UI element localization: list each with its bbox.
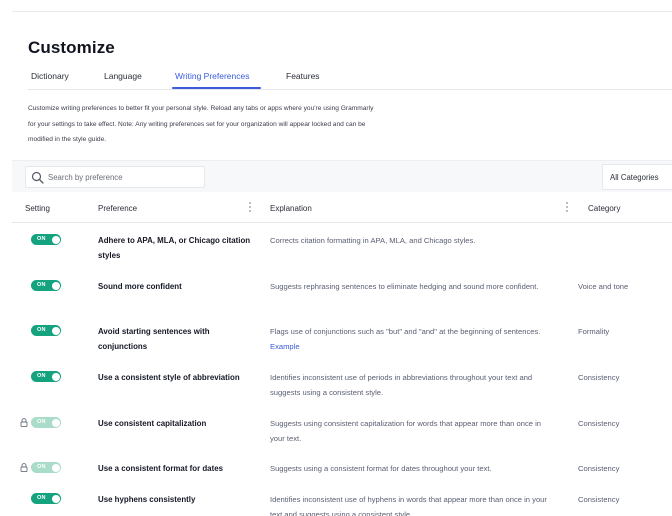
preference-name: Use consistent capitalization bbox=[98, 419, 207, 428]
description-line: modified in the style guide. bbox=[28, 136, 107, 144]
toggle-label: ON bbox=[37, 464, 46, 470]
toggle-knob bbox=[51, 372, 60, 381]
page-description: Customize writing preferences to better … bbox=[28, 101, 448, 148]
toggle-knob bbox=[51, 418, 60, 427]
preference-toggle[interactable]: ON bbox=[31, 325, 61, 336]
preference-explanation: Suggests using a consistent format for d… bbox=[270, 464, 492, 473]
column-resize-handle[interactable] bbox=[565, 202, 569, 214]
preference-explanation: Suggests rephrasing sentences to elimina… bbox=[270, 282, 539, 291]
preference-explanation: Flags use of conjunctions such as "but" … bbox=[270, 324, 550, 354]
preference-toggle[interactable]: ON bbox=[31, 280, 61, 291]
example-link[interactable]: Example bbox=[270, 342, 300, 351]
active-tab-indicator bbox=[172, 87, 261, 89]
page-title: Customize bbox=[28, 38, 115, 57]
toggle-label: ON bbox=[37, 495, 46, 501]
toggle-knob bbox=[51, 326, 60, 335]
preference-explanation: Suggests using consistent capitalization… bbox=[270, 419, 542, 443]
preference-explanation: Identifies inconsistent use of periods i… bbox=[270, 373, 533, 397]
preference-toggle[interactable]: ON bbox=[31, 417, 61, 428]
tab-language[interactable]: Language bbox=[104, 71, 142, 81]
preference-category: Formality bbox=[578, 327, 610, 336]
top-divider bbox=[12, 11, 672, 12]
toggle-knob bbox=[51, 235, 60, 244]
table-header: Setting Preference Explanation Category bbox=[12, 193, 672, 223]
preference-name: Sound more confident bbox=[98, 282, 182, 291]
tab-bar: Dictionary Language Writing Preferences … bbox=[28, 66, 672, 90]
preference-name: Use a consistent format for dates bbox=[98, 464, 223, 473]
toggle-knob bbox=[51, 494, 60, 503]
tab-writing-preferences[interactable]: Writing Preferences bbox=[175, 71, 249, 81]
search-icon bbox=[31, 171, 44, 184]
preference-toggle[interactable]: ON bbox=[31, 493, 61, 504]
preference-name: Adhere to APA, MLA, or Chicago citation … bbox=[98, 236, 251, 260]
preference-category: Consistency bbox=[578, 419, 620, 428]
toggle-knob bbox=[51, 463, 60, 472]
preference-toggle[interactable]: ON bbox=[31, 234, 61, 245]
preference-explanation: Corrects citation formatting in APA, MLA… bbox=[270, 236, 476, 245]
tab-dictionary[interactable]: Dictionary bbox=[31, 71, 69, 81]
preference-toggle[interactable]: ON bbox=[31, 371, 61, 382]
tab-features[interactable]: Features bbox=[286, 71, 320, 81]
preference-explanation: Identifies inconsistent use of hyphens i… bbox=[270, 495, 547, 516]
preference-category: Consistency bbox=[578, 464, 620, 473]
search-input[interactable] bbox=[48, 170, 198, 185]
toggle-label: ON bbox=[37, 327, 46, 333]
toggle-label: ON bbox=[37, 236, 46, 242]
preference-toggle[interactable]: ON bbox=[31, 462, 61, 473]
preference-name: Use a consistent style of abbreviation bbox=[98, 373, 240, 382]
preference-category: Voice and tone bbox=[578, 282, 629, 291]
description-line: for your settings to take effect. Note: … bbox=[28, 120, 366, 128]
preference-category: Consistency bbox=[578, 373, 620, 382]
category-filter-select[interactable]: All Categories bbox=[602, 164, 672, 190]
toggle-knob bbox=[51, 281, 60, 290]
column-header-preference[interactable]: Preference bbox=[98, 204, 137, 213]
column-header-setting[interactable]: Setting bbox=[25, 204, 50, 213]
preference-name: Avoid starting sentences with conjunctio… bbox=[98, 327, 210, 351]
column-resize-handle[interactable] bbox=[248, 202, 252, 214]
toggle-label: ON bbox=[37, 373, 46, 379]
description-line: Customize writing preferences to better … bbox=[28, 105, 374, 112]
toggle-label: ON bbox=[37, 419, 46, 425]
explanation-text: Flags use of conjunctions such as "but" … bbox=[270, 327, 541, 336]
toggle-label: ON bbox=[37, 282, 46, 288]
preference-name: Use hyphens consistently bbox=[98, 495, 196, 504]
search-box[interactable] bbox=[25, 166, 205, 188]
column-header-category[interactable]: Category bbox=[588, 204, 620, 213]
lock-icon bbox=[20, 463, 28, 472]
preference-category: Consistency bbox=[578, 495, 620, 504]
column-header-explanation[interactable]: Explanation bbox=[270, 204, 312, 213]
filter-toolbar: All Categories bbox=[12, 160, 672, 192]
lock-icon bbox=[20, 418, 28, 427]
